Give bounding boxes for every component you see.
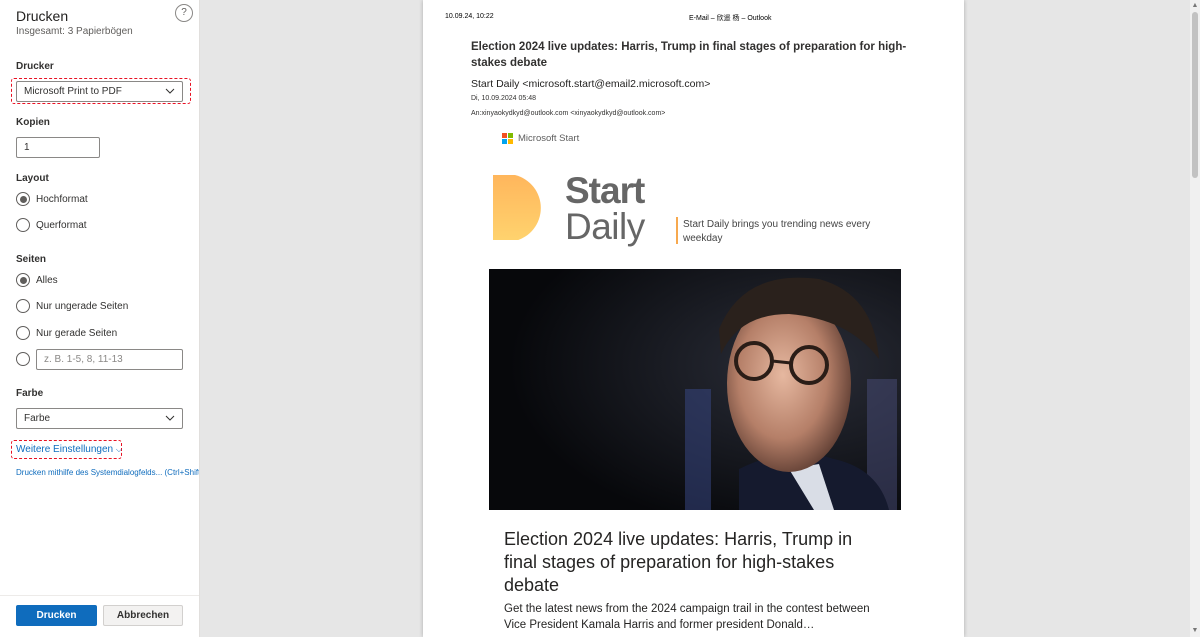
radio-unchecked-icon[interactable] (16, 299, 30, 313)
chevron-down-icon (165, 88, 175, 94)
mail-sender: Start Daily <microsoft.start@email2.micr… (471, 78, 711, 90)
microsoft-start-text: Microsoft Start (518, 133, 580, 144)
radio-checked-icon[interactable] (16, 273, 30, 287)
radio-unchecked-icon[interactable] (16, 326, 30, 340)
pages-even-label: Nur gerade Seiten (36, 327, 118, 339)
scrollbar-thumb[interactable] (1192, 12, 1198, 178)
pages-custom-input[interactable]: z. B. 1-5, 8, 11-13 (36, 349, 183, 370)
mail-date: Di, 10.09.2024 05:48 (471, 95, 536, 102)
print-button[interactable]: Drucken (16, 605, 97, 626)
panel-title: Drucken (16, 8, 69, 24)
color-select[interactable]: Farbe (16, 408, 183, 429)
sheet-count: Insgesamt: 3 Papierbögen (16, 26, 133, 37)
more-settings-label: Weitere Einstellungen (16, 444, 114, 455)
article-description: Get the latest news from the 2024 campai… (504, 603, 870, 631)
pages-custom-option[interactable] (16, 352, 30, 366)
print-preview: 10.09.24, 10:22 E-Mail – 欣遥 杨 – Outlook … (200, 0, 1200, 637)
copies-label: Kopien (16, 117, 50, 128)
scroll-down-icon[interactable]: ▼ (1191, 627, 1199, 635)
pages-label: Seiten (16, 254, 47, 265)
mail-recipient: An:xinyaokydkyd@outlook.com <xinyaokydky… (471, 110, 666, 117)
more-settings-link[interactable]: Weitere Einstellungen ⌵ (16, 444, 122, 455)
printer-label: Drucker (16, 61, 54, 72)
brand-daily: Daily (565, 206, 645, 247)
brand-tagline: Start Daily brings you trending news eve… (683, 219, 871, 244)
pages-even-option[interactable]: Nur gerade Seiten (16, 326, 117, 340)
chevron-down-icon: ⌵ (115, 445, 122, 454)
page-header-title: E-Mail – 欣遥 杨 – Outlook (689, 15, 772, 22)
pages-odd-label: Nur ungerade Seiten (36, 300, 129, 312)
pages-all-option[interactable]: Alles (16, 273, 58, 287)
cancel-button[interactable]: Abbrechen (103, 605, 183, 626)
layout-landscape-option[interactable]: Querformat (16, 218, 87, 232)
copies-input[interactable]: 1 (16, 137, 100, 158)
microsoft-logo-icon (502, 133, 513, 144)
mail-subject: Election 2024 live updates: Harris, Trum… (471, 41, 907, 69)
radio-unchecked-icon[interactable] (16, 352, 30, 366)
article-photo (489, 269, 901, 510)
radio-checked-icon[interactable] (16, 192, 30, 206)
portrait-photo-icon (489, 269, 901, 510)
layout-portrait-label: Hochformat (36, 193, 88, 205)
pages-odd-option[interactable]: Nur ungerade Seiten (16, 299, 128, 313)
pages-all-label: Alles (36, 274, 58, 286)
printer-value: Microsoft Print to PDF (24, 86, 122, 97)
layout-landscape-label: Querformat (36, 219, 87, 231)
color-value: Farbe (24, 413, 51, 424)
color-label: Farbe (16, 388, 44, 399)
microsoft-start-logo: Microsoft Start (502, 133, 579, 144)
print-settings-panel: Drucken Insgesamt: 3 Papierbögen ? Druck… (0, 0, 200, 637)
tagline-divider (676, 217, 678, 244)
article-title: Election 2024 live updates: Harris, Trum… (504, 529, 853, 595)
preview-page: 10.09.24, 10:22 E-Mail – 欣遥 杨 – Outlook … (423, 0, 964, 637)
start-daily-logo-icon (493, 175, 541, 240)
footer-divider (0, 595, 199, 596)
help-button[interactable]: ? (175, 4, 193, 22)
system-dialog-link[interactable]: Drucken mithilfe des Systemdialogfelds..… (16, 468, 199, 477)
layout-label: Layout (16, 173, 49, 184)
chevron-down-icon (165, 415, 175, 421)
radio-unchecked-icon[interactable] (16, 218, 30, 232)
layout-portrait-option[interactable]: Hochformat (16, 192, 88, 206)
printer-select[interactable]: Microsoft Print to PDF (16, 81, 183, 102)
page-header-datetime: 10.09.24, 10:22 (445, 13, 494, 20)
scroll-up-icon[interactable]: ▲ (1191, 2, 1199, 10)
